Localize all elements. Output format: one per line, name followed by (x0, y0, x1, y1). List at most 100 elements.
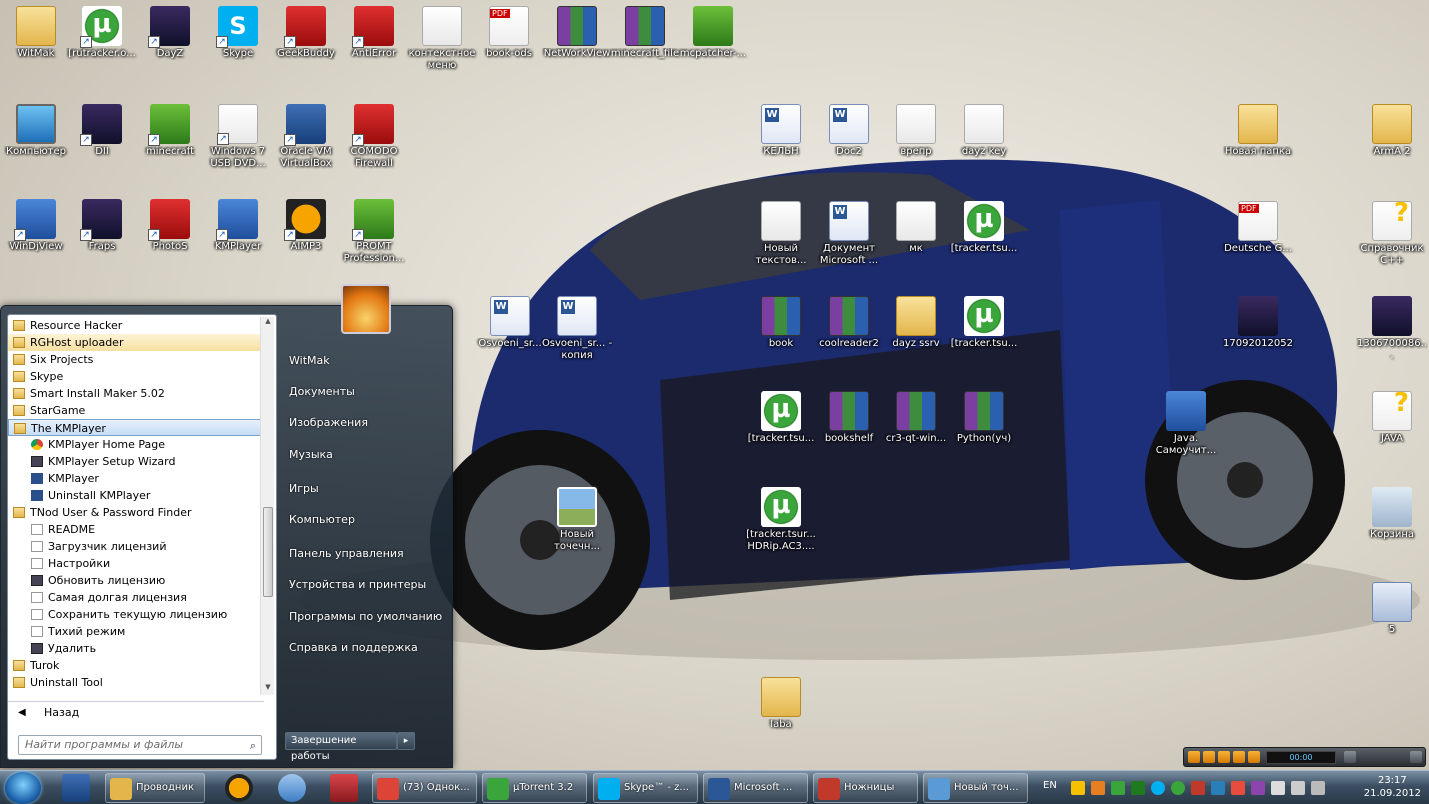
desktop-icon[interactable]: JAVA (1356, 387, 1428, 445)
desktop-icon[interactable]: ↗ KMPlayer (202, 195, 274, 253)
program-folder[interactable]: Uninstall Tool (8, 674, 264, 691)
tray-app-icon[interactable] (1191, 781, 1205, 795)
desktop-icon[interactable]: WitMak (0, 2, 72, 60)
language-indicator[interactable]: EN (1043, 780, 1057, 791)
tray-app-icon[interactable] (1251, 781, 1265, 795)
play-icon[interactable] (1203, 751, 1215, 763)
thunderbird-pin-icon[interactable] (278, 774, 306, 802)
desktop-icon[interactable]: Корзина (1356, 483, 1428, 541)
desktop-icon[interactable]: book-ods (473, 2, 545, 60)
program-folder[interactable]: RGHost uploader (8, 334, 264, 351)
next-icon[interactable] (1248, 751, 1260, 763)
program-folder[interactable]: Skype (8, 368, 264, 385)
desktop-icon[interactable]: Новая папка (1222, 100, 1294, 158)
desktop-icon[interactable]: ↗ DII (66, 100, 138, 158)
desktop-icon[interactable]: Osvoeni_sr... (474, 292, 546, 350)
program-folder[interactable]: Six Projects (8, 351, 264, 368)
program-folder[interactable]: Smart Install Maker 5.02 (8, 385, 264, 402)
desktop-icon[interactable]: Новый точечн... (541, 483, 613, 553)
desktop-icon[interactable]: мк (880, 197, 952, 255)
program-item[interactable]: Удалить (8, 640, 264, 657)
desktop-icon[interactable]: ↗ Fraps (66, 195, 138, 253)
program-folder[interactable]: Turok (8, 657, 264, 674)
back-button[interactable]: ◀ Назад (8, 701, 264, 723)
network-icon[interactable] (1291, 781, 1305, 795)
stop-icon[interactable] (1233, 751, 1245, 763)
start-menu-link[interactable]: Изображения (289, 416, 368, 429)
desktop-icon[interactable]: ↗ AntiError (338, 2, 410, 60)
desktop-icon[interactable]: Doc2 (813, 100, 885, 158)
program-item[interactable]: KMPlayer (8, 470, 264, 487)
start-menu-link[interactable]: WitMak (289, 354, 330, 367)
program-item[interactable]: README (8, 521, 264, 538)
program-item[interactable]: Загрузчик лицензий (8, 538, 264, 555)
desktop-icon[interactable]: ↗ WinDjView (0, 195, 72, 253)
tray-app-icon[interactable] (1131, 781, 1145, 795)
tray-app-icon[interactable] (1231, 781, 1245, 795)
desktop-icon[interactable]: врепр (880, 100, 952, 158)
start-button[interactable] (5, 772, 41, 804)
programs-scrollbar[interactable]: ▲ ▼ (260, 317, 274, 695)
utorrent-tray-icon[interactable] (1171, 781, 1185, 795)
start-menu-link[interactable]: Программы по умолчанию (289, 610, 442, 623)
program-item[interactable]: Настройки (8, 555, 264, 572)
user-picture[interactable] (341, 284, 391, 334)
skype-tray-icon[interactable] (1151, 781, 1165, 795)
desktop-icon[interactable]: minecraft_file (609, 2, 681, 60)
start-menu-link[interactable]: Музыка (289, 448, 333, 461)
desktop-icon[interactable]: Deutsche G... (1222, 197, 1294, 255)
tray-app-icon[interactable] (1211, 781, 1225, 795)
desktop-icon[interactable]: ↗ COMODO Firewall (338, 100, 410, 170)
prev-icon[interactable] (1188, 751, 1200, 763)
desktop-icon[interactable]: Новый текстов... (745, 197, 817, 267)
desktop-icon[interactable]: [tracker.tsu... (948, 197, 1020, 255)
program-item[interactable]: Обновить лицензию (8, 572, 264, 589)
taskbar-button[interactable]: Проводник (105, 773, 205, 803)
desktop-icon[interactable]: ↗ AIMP3 (270, 195, 342, 253)
shutdown-options-icon[interactable]: ▸ (397, 732, 415, 750)
desktop-icon[interactable]: ↗ minecraft (134, 100, 206, 158)
taskbar-button[interactable]: (73) Однок... (372, 773, 477, 803)
desktop-icon[interactable]: [tracker.tsur... HDRip.AC3.... (745, 483, 817, 553)
desktop-icon[interactable]: NetWorkView (541, 2, 613, 60)
scroll-thumb[interactable] (263, 507, 273, 597)
program-folder[interactable]: The KMPlayer (8, 419, 264, 436)
save-app-pin-icon[interactable] (330, 774, 358, 802)
desktop-icon[interactable]: контекстное меню (406, 2, 478, 72)
tray-app-icon[interactable] (1111, 781, 1125, 795)
taskbar-button[interactable]: Новый точ... (923, 773, 1028, 803)
start-menu-link[interactable]: Справка и поддержка (289, 641, 418, 654)
taskbar-button[interactable]: Microsoft ... (703, 773, 808, 803)
clock[interactable]: 23:17 21.09.2012 (1364, 774, 1421, 800)
desktop-icon[interactable]: 5 (1356, 578, 1428, 636)
search-input[interactable]: Найти программы и файлы ⌕ (18, 735, 262, 755)
desktop-icon[interactable]: 1306700086... (1356, 292, 1428, 362)
desktop-icon[interactable]: КЕЛЬН (745, 100, 817, 158)
desktop-icon[interactable]: [tracker.tsu... (745, 387, 817, 445)
desktop-icon[interactable]: Компьютер (0, 100, 72, 158)
desktop-icon[interactable]: Osvoeni_sr... - копия (541, 292, 613, 362)
start-menu-link[interactable]: Документы (289, 385, 355, 398)
desktop-icon[interactable]: ↗ Windows 7 USB DVD... (202, 100, 274, 170)
volume-icon[interactable] (1344, 751, 1356, 763)
tray-app-icon[interactable] (1071, 781, 1085, 795)
taskbar-button[interactable]: Ножницы (813, 773, 918, 803)
program-item[interactable]: KMPlayer Home Page (8, 436, 264, 453)
start-menu-link[interactable]: Панель управления (289, 547, 404, 560)
desktop-icon[interactable]: [tracker.tsu... (948, 292, 1020, 350)
desktop-icon[interactable]: 17092012052 (1222, 292, 1294, 350)
expand-icon[interactable] (1410, 751, 1422, 763)
desktop-icon[interactable]: Python(уч) (948, 387, 1020, 445)
desktop-icon[interactable]: ↗ DayZ (134, 2, 206, 60)
desktop-icon[interactable]: Документ Microsoft ... (813, 197, 885, 267)
desktop-icon[interactable]: ↗Skype (202, 2, 274, 60)
desktop-icon[interactable]: dayz key (948, 100, 1020, 158)
program-item[interactable]: Самая долгая лицензия (8, 589, 264, 606)
program-item[interactable]: Тихий режим (8, 623, 264, 640)
scroll-up-icon[interactable]: ▲ (261, 317, 275, 329)
aimp-pin-icon[interactable] (225, 774, 253, 802)
desktop-icon[interactable]: ↗ PhotoS (134, 195, 206, 253)
start-menu-link[interactable]: Компьютер (289, 513, 355, 526)
program-folder[interactable]: TNod User & Password Finder (8, 504, 264, 521)
taskbar-button[interactable]: µTorrent 3.2 (482, 773, 587, 803)
